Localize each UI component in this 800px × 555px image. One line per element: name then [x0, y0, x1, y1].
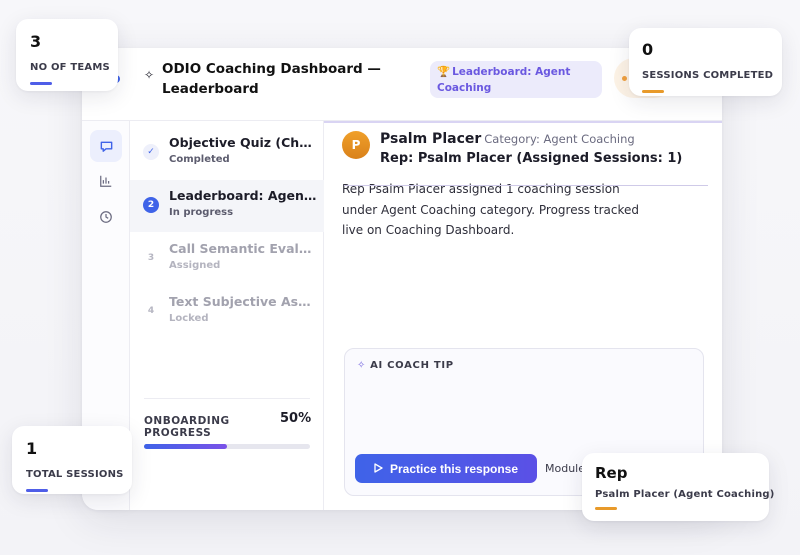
sparkle-icon: ✧ — [144, 68, 155, 82]
content-panel: P Psalm Placer Category: Agent Coaching R… — [324, 121, 722, 510]
stat-accent-bar — [30, 82, 52, 85]
rep-summary: Rep Psalm Placer assigned 1 coaching ses… — [342, 182, 640, 237]
progress-bar — [144, 444, 310, 449]
rep-heading: Psalm Placer Category: Agent Coaching — [380, 131, 635, 147]
progress-label: ONBOARDING PROGRESS — [144, 415, 230, 439]
tip-heading-label: AI COACH TIP — [370, 360, 454, 371]
step-number: 4 — [147, 306, 155, 316]
progress-fill — [144, 444, 227, 449]
content-divider — [344, 185, 708, 186]
stat-value: 3 — [30, 32, 42, 51]
chat-icon[interactable] — [90, 130, 122, 162]
step-title: Text Subjective Ass... — [169, 294, 317, 309]
page-title: ODIO Coaching Dashboard — Leaderboard — [162, 61, 381, 97]
sparkle-icon: ✧ — [357, 360, 367, 371]
progress-percent: 50% — [280, 411, 312, 426]
step-item-objective-quiz[interactable]: ✓ Objective Quiz (Cho... Completed — [130, 127, 324, 179]
rep-assigned-line: Rep: Psalm Placer (Assigned Sessions: 1) — [380, 151, 683, 166]
step-title: Objective Quiz (Cho... — [169, 135, 317, 150]
stat-value: 1 — [26, 439, 38, 458]
app-window: ✧ ODIO Coaching Dashboard — Leaderboard … — [82, 48, 722, 510]
step-status: Completed — [169, 154, 230, 165]
step-title: Leaderboard: Agent... — [169, 188, 317, 203]
rep-name: Psalm Placer — [380, 131, 482, 147]
step-item-text-subjective[interactable]: 4 Text Subjective Ass... Locked — [130, 286, 324, 338]
practice-button-label: Practice this response — [389, 461, 519, 476]
clock-icon[interactable] — [90, 201, 122, 233]
step-status: Locked — [169, 313, 209, 324]
stat-card-rep: Rep Psalm Placer (Agent Coaching) — [582, 453, 775, 521]
step-status: Assigned — [169, 260, 221, 271]
stat-accent-bar — [642, 90, 664, 93]
stat-value: 0 — [642, 40, 654, 59]
stat-card-total-sessions: 1 TOTAL SESSIONS — [12, 426, 132, 494]
stat-label: Psalm Placer (Agent Coaching) — [595, 489, 775, 500]
content-top-border — [324, 121, 722, 123]
step-title: Call Semantic Evalu... — [169, 241, 317, 256]
check-icon: ✓ — [143, 144, 159, 160]
stat-card-sessions-completed: 0 SESSIONS COMPLETED — [629, 28, 782, 96]
badge-label: Leaderboard: Agent Coaching — [437, 66, 571, 94]
step-number: 3 — [147, 253, 155, 263]
play-icon — [374, 462, 383, 476]
stat-label: NO OF TEAMS — [30, 62, 110, 73]
leaderboard-badge: 🏆 Leaderboard: Agent Coaching — [430, 61, 602, 98]
module-label: Module — [545, 462, 585, 475]
steps-list: ✓ Objective Quiz (Cho... Completed 2 Lea… — [130, 121, 324, 510]
avatar: P — [342, 131, 370, 159]
stat-accent-bar — [26, 489, 48, 492]
stat-accent-bar — [595, 507, 617, 510]
progress-divider — [144, 398, 310, 399]
bar-chart-icon[interactable] — [90, 165, 122, 197]
tip-heading: ✧ AI COACH TIP — [357, 360, 454, 371]
stat-label: SESSIONS COMPLETED — [642, 70, 774, 81]
step-item-leaderboard[interactable]: 2 Leaderboard: Agent... In progress — [130, 180, 324, 232]
stat-value: Rep — [595, 464, 628, 482]
step-number: 2 — [143, 197, 159, 213]
step-item-call-semantic[interactable]: 3 Call Semantic Evalu... Assigned — [130, 233, 324, 285]
practice-response-button[interactable]: Practice this response — [355, 454, 537, 483]
step-status: In progress — [169, 207, 234, 218]
rep-category: Category: Agent Coaching — [484, 132, 635, 146]
top-bar: ✧ ODIO Coaching Dashboard — Leaderboard … — [82, 48, 722, 120]
stat-label: TOTAL SESSIONS — [26, 469, 124, 480]
trophy-icon: 🏆 — [437, 66, 451, 78]
stat-card-teams: 3 NO OF TEAMS — [16, 19, 118, 91]
